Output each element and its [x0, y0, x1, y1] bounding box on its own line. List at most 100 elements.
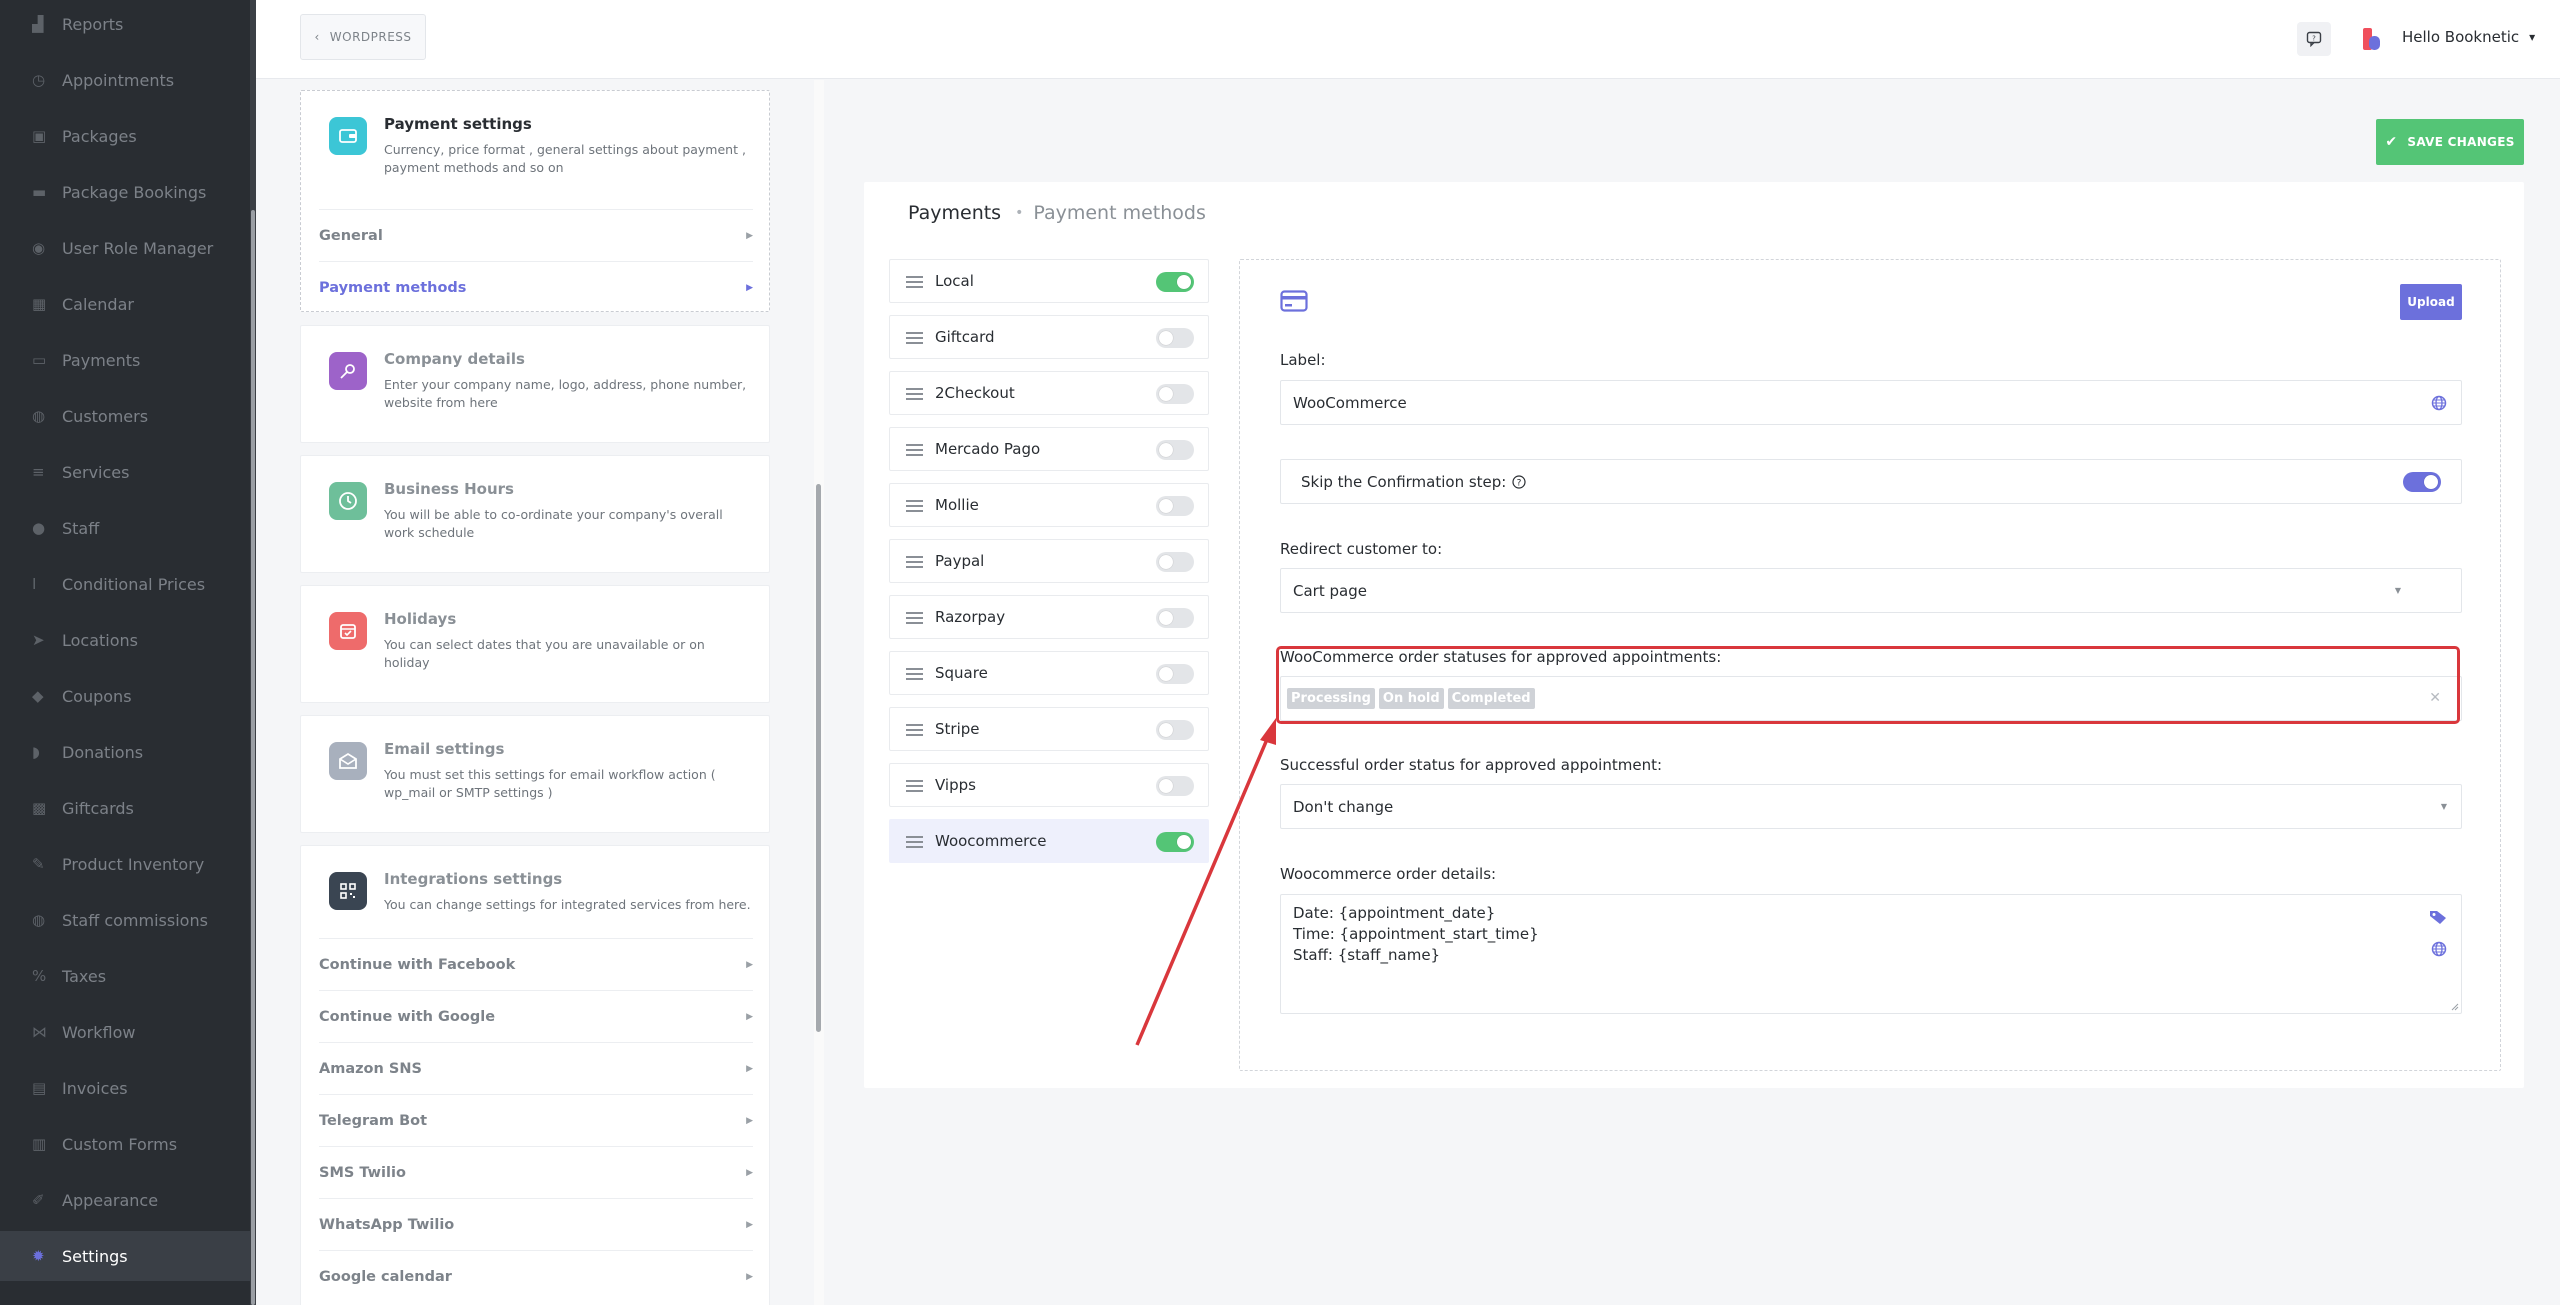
integration-link-telegram-bot[interactable]: Telegram Bot ▶	[319, 1094, 753, 1146]
gateway-toggle[interactable]	[1156, 328, 1194, 348]
integration-link-sms-twilio[interactable]: SMS Twilio ▶	[319, 1146, 753, 1198]
drag-handle-icon[interactable]	[906, 444, 923, 456]
order-details-textarea[interactable]: Date: {appointment_date} Time: {appointme…	[1280, 894, 2462, 1014]
annotation-highlight-box	[1276, 646, 2460, 724]
drag-handle-icon[interactable]	[906, 780, 923, 792]
gateway-toggle[interactable]	[1156, 552, 1194, 572]
sidebar-item-product-inventory[interactable]: ✎ Product Inventory	[0, 839, 250, 889]
package-icon: ▣	[32, 127, 47, 145]
business-hours-card[interactable]: Business Hours You will be able to co-or…	[300, 455, 770, 573]
sidebar-item-staff[interactable]: ● Staff	[0, 503, 250, 553]
gateway-item-local[interactable]: Local	[889, 259, 1209, 303]
link-general[interactable]: General ▶	[319, 209, 753, 261]
upload-button[interactable]: Upload	[2400, 284, 2462, 320]
sidebar-item-workflow[interactable]: ⋈ Workflow	[0, 1007, 250, 1057]
sidebar-item-invoices[interactable]: ▤ Invoices	[0, 1063, 250, 1113]
sidebar-item-services[interactable]: ≡ Services	[0, 447, 250, 497]
sidebar-item-payments[interactable]: ▭ Payments	[0, 335, 250, 385]
gateway-toggle[interactable]	[1156, 384, 1194, 404]
sidebar-item-package-bookings[interactable]: ▬ Package Bookings	[0, 167, 250, 217]
caret-right-icon: ▶	[746, 1063, 753, 1074]
skip-confirmation-toggle[interactable]	[2403, 472, 2441, 492]
settings-scrollbar[interactable]	[814, 80, 824, 1305]
sidebar-scrollbar-thumb[interactable]	[251, 210, 255, 1305]
globe-icon[interactable]	[2431, 395, 2447, 411]
integration-link-google-calendar[interactable]: Google calendar ▶	[319, 1250, 753, 1302]
integration-link-continue-with-facebook[interactable]: Continue with Facebook ▶	[319, 938, 753, 990]
integration-link-label: Telegram Bot	[319, 1112, 428, 1129]
question-circle-icon[interactable]: ?	[1512, 474, 1526, 489]
gateway-toggle[interactable]	[1156, 608, 1194, 628]
sidebar-item-settings[interactable]: ✹ Settings	[0, 1231, 250, 1281]
sidebar-item-taxes[interactable]: % Taxes	[0, 951, 250, 1001]
gateway-item-2checkout[interactable]: 2Checkout	[889, 371, 1209, 415]
drag-handle-icon[interactable]	[906, 388, 923, 400]
redirect-select[interactable]: Cart page ▼	[1280, 568, 2462, 613]
sidebar-item-appointments[interactable]: ◷ Appointments	[0, 55, 250, 105]
drag-handle-icon[interactable]	[906, 500, 923, 512]
sidebar-item-calendar[interactable]: ▦ Calendar	[0, 279, 250, 329]
sidebar-item-donations[interactable]: ◗ Donations	[0, 727, 250, 777]
company-details-card[interactable]: Company details Enter your company name,…	[300, 325, 770, 443]
save-changes-button[interactable]: ✔ SAVE CHANGES	[2376, 119, 2524, 165]
gateway-toggle[interactable]	[1156, 440, 1194, 460]
integrations-settings-card[interactable]: Integrations settings You can change set…	[300, 845, 770, 1305]
email-settings-card[interactable]: Email settings You must set this setting…	[300, 715, 770, 833]
payment-settings-card[interactable]: Payment settings Currency, price format …	[300, 90, 770, 312]
booknetic-logo	[2363, 28, 2381, 50]
gateway-item-giftcard[interactable]: Giftcard	[889, 315, 1209, 359]
gateway-toggle[interactable]	[1156, 832, 1194, 852]
link-payment-methods[interactable]: Payment methods ▶	[319, 261, 753, 313]
gateway-item-mercado-pago[interactable]: Mercado Pago	[889, 427, 1209, 471]
globe-icon[interactable]	[2431, 941, 2447, 957]
help-button[interactable]: ?	[2297, 22, 2331, 56]
gateway-toggle[interactable]	[1156, 664, 1194, 684]
gateway-item-woocommerce[interactable]: Woocommerce	[889, 819, 1209, 863]
drag-handle-icon[interactable]	[906, 612, 923, 624]
user-menu[interactable]: Hello Booknetic ▾	[2402, 28, 2535, 46]
sidebar-item-locations[interactable]: ➤ Locations	[0, 615, 250, 665]
check-icon: ✔	[2385, 134, 2398, 150]
sidebar-item-user-role-manager[interactable]: ◉ User Role Manager	[0, 223, 250, 273]
drag-handle-icon[interactable]	[906, 724, 923, 736]
sidebar-item-coupons[interactable]: ◆ Coupons	[0, 671, 250, 721]
drag-handle-icon[interactable]	[906, 332, 923, 344]
group-icon: ◍	[32, 911, 46, 929]
sidebar-item-appearance[interactable]: ✐ Appearance	[0, 1175, 250, 1225]
sidebar-item-customers[interactable]: ◍ Customers	[0, 391, 250, 441]
label-input[interactable]: WooCommerce	[1280, 380, 2462, 425]
sidebar-item-custom-forms[interactable]: ▥ Custom Forms	[0, 1119, 250, 1169]
drag-handle-icon[interactable]	[906, 836, 923, 848]
gateway-toggle[interactable]	[1156, 776, 1194, 796]
gateway-item-razorpay[interactable]: Razorpay	[889, 595, 1209, 639]
email-settings-title: Email settings	[384, 740, 505, 758]
sidebar-item-staff-commissions[interactable]: ◍ Staff commissions	[0, 895, 250, 945]
integration-link-continue-with-google[interactable]: Continue with Google ▶	[319, 990, 753, 1042]
success-status-select[interactable]: Don't change ▼	[1280, 784, 2462, 829]
back-to-wordpress-button[interactable]: ‹ WORDPRESS	[300, 14, 426, 60]
gateway-item-square[interactable]: Square	[889, 651, 1209, 695]
sidebar-item-conditional-prices[interactable]: I Conditional Prices	[0, 559, 250, 609]
gateway-toggle[interactable]	[1156, 496, 1194, 516]
drag-handle-icon[interactable]	[906, 276, 923, 288]
integration-link-amazon-sns[interactable]: Amazon SNS ▶	[319, 1042, 753, 1094]
sidebar-item-reports[interactable]: ▟ Reports	[0, 0, 250, 49]
gateway-toggle[interactable]	[1156, 720, 1194, 740]
gateway-toggle[interactable]	[1156, 272, 1194, 292]
integration-link-whatsapp-twilio[interactable]: WhatsApp Twilio ▶	[319, 1198, 753, 1250]
gateway-item-paypal[interactable]: Paypal	[889, 539, 1209, 583]
tag-icon[interactable]	[2429, 909, 2447, 925]
resize-handle-icon[interactable]	[2451, 1003, 2459, 1011]
drag-handle-icon[interactable]	[906, 556, 923, 568]
settings-scrollbar-thumb[interactable]	[816, 484, 821, 1032]
sidebar-item-packages[interactable]: ▣ Packages	[0, 111, 250, 161]
sidebar-item-giftcards[interactable]: ▩ Giftcards	[0, 783, 250, 833]
gateway-item-stripe[interactable]: Stripe	[889, 707, 1209, 751]
gift-icon: ▩	[32, 799, 47, 817]
gateway-item-mollie[interactable]: Mollie	[889, 483, 1209, 527]
drag-handle-icon[interactable]	[906, 668, 923, 680]
chevron-down-icon: ▼	[2394, 586, 2401, 595]
gateway-item-vipps[interactable]: Vipps	[889, 763, 1209, 807]
integration-link-label: WhatsApp Twilio	[319, 1216, 455, 1233]
holidays-card[interactable]: Holidays You can select dates that you a…	[300, 585, 770, 703]
